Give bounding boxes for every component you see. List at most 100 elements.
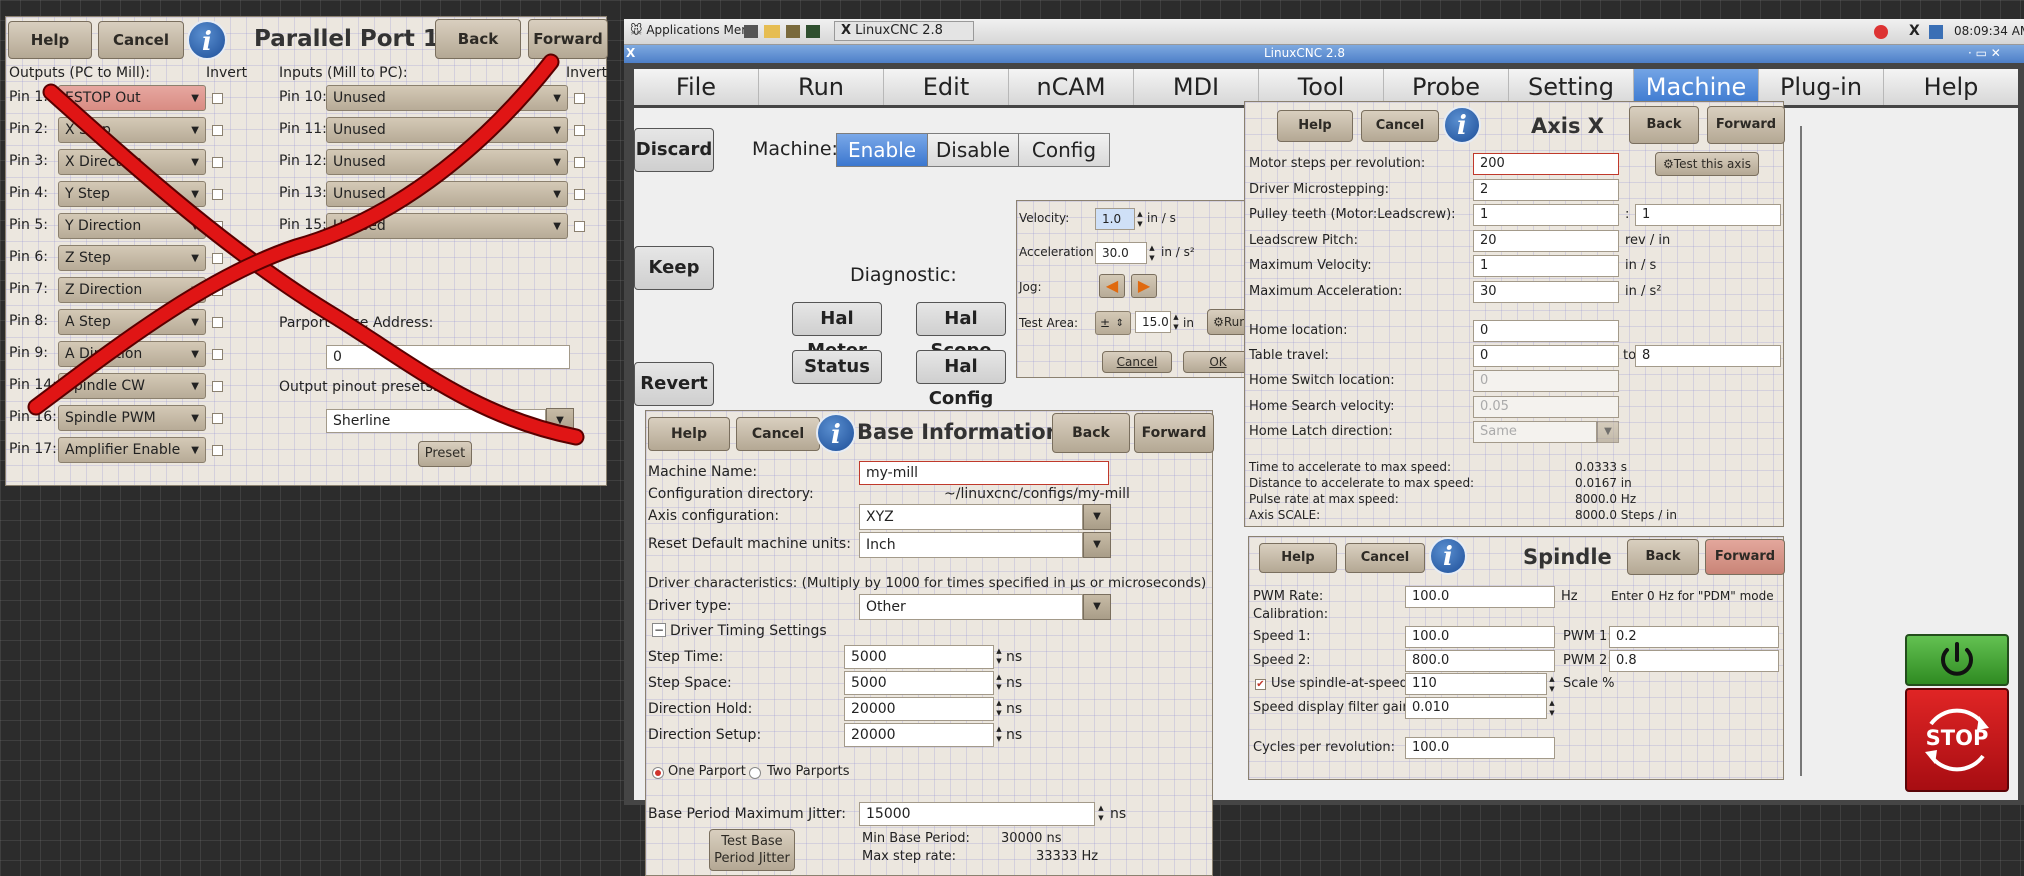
at-speed-checkbox[interactable]: ✔ bbox=[1255, 679, 1266, 690]
test-area-field[interactable]: 15.0 bbox=[1135, 311, 1171, 333]
scrollbar[interactable] bbox=[1800, 126, 1802, 776]
keep-button[interactable]: Keep bbox=[634, 246, 714, 290]
stepper-icon[interactable]: ▲ ▼ bbox=[1147, 243, 1157, 263]
area-sign-select[interactable]: ± ⇕ bbox=[1095, 311, 1131, 335]
driver-type-select[interactable]: Other bbox=[859, 594, 1083, 620]
stepper-icon[interactable]: ▲ ▼ bbox=[1171, 312, 1181, 332]
at-speed-field[interactable]: 110 bbox=[1405, 673, 1547, 695]
test-axis-button[interactable]: ⚙Test this axis bbox=[1655, 152, 1759, 176]
folder-icon[interactable] bbox=[764, 25, 780, 38]
file-manager-icon[interactable] bbox=[786, 25, 800, 38]
dir-hold-field[interactable]: 20000 bbox=[844, 697, 994, 721]
status-button[interactable]: Status bbox=[792, 350, 882, 384]
collapse-icon[interactable]: − bbox=[652, 623, 666, 637]
chevron-down-icon[interactable]: ▼ bbox=[1597, 421, 1619, 443]
monitor-icon[interactable] bbox=[806, 25, 820, 38]
step-time-field[interactable]: 5000 bbox=[844, 645, 994, 669]
info-icon[interactable]: i bbox=[1443, 106, 1481, 144]
dir-setup-field[interactable]: 20000 bbox=[844, 723, 994, 747]
power-button[interactable] bbox=[1905, 634, 2009, 686]
stepper-icon[interactable]: ▲ ▼ bbox=[1547, 674, 1557, 694]
menu-edit[interactable]: Edit bbox=[884, 69, 1009, 105]
menu-plugin[interactable]: Plug-in bbox=[1759, 69, 1884, 105]
spindle-forward-button[interactable]: Forward bbox=[1705, 539, 1785, 575]
jitter-field[interactable]: 15000 bbox=[859, 802, 1095, 826]
stepper-icon[interactable]: ▲ ▼ bbox=[1547, 698, 1557, 718]
config-button[interactable]: Config bbox=[1018, 133, 1110, 167]
base-cancel-button[interactable]: Cancel bbox=[736, 417, 820, 451]
hal-scope-button[interactable]: Hal Scope bbox=[916, 302, 1006, 361]
test-cancel-button[interactable]: Cancel bbox=[1102, 351, 1172, 373]
pulley-leadscrew-field[interactable]: 1 bbox=[1635, 204, 1781, 226]
spindle-cancel-button[interactable]: Cancel bbox=[1345, 543, 1425, 573]
home-latch-select[interactable]: Same bbox=[1473, 421, 1597, 443]
base-forward-button[interactable]: Forward bbox=[1134, 413, 1214, 453]
steps-per-rev-field[interactable]: 200 bbox=[1473, 153, 1619, 175]
menu-ncam[interactable]: nCAM bbox=[1009, 69, 1134, 105]
home-switch-field[interactable]: 0 bbox=[1473, 370, 1619, 392]
stepper-icon[interactable]: ▲ ▼ bbox=[1135, 209, 1145, 229]
units-select[interactable]: Inch bbox=[859, 532, 1083, 558]
chevron-down-icon[interactable]: ▼ bbox=[1083, 504, 1111, 530]
acceleration-field[interactable]: 30.0 bbox=[1095, 242, 1147, 264]
pwm1-field[interactable]: 0.2 bbox=[1609, 626, 1779, 648]
menu-setting[interactable]: Setting bbox=[1509, 69, 1634, 105]
test-ok-button[interactable]: OK bbox=[1183, 351, 1253, 373]
info-icon[interactable]: i bbox=[1429, 537, 1467, 575]
pulley-motor-field[interactable]: 1 bbox=[1473, 204, 1619, 226]
leadscrew-pitch-field[interactable]: 20 bbox=[1473, 230, 1619, 252]
menu-machine[interactable]: Machine bbox=[1634, 69, 1759, 105]
disable-button[interactable]: Disable bbox=[927, 133, 1019, 167]
discard-button[interactable]: Discard bbox=[634, 128, 714, 172]
menu-help[interactable]: Help bbox=[1884, 69, 2018, 105]
pwm2-field[interactable]: 0.8 bbox=[1609, 650, 1779, 672]
axis-cancel-button[interactable]: Cancel bbox=[1361, 110, 1439, 142]
spindle-help-button[interactable]: Help bbox=[1259, 543, 1337, 573]
one-parport-radio[interactable] bbox=[652, 767, 664, 779]
applications-menu[interactable]: 🐭 Applications Menu bbox=[630, 23, 756, 37]
stepper-icon[interactable]: ▲ ▼ bbox=[994, 672, 1004, 692]
speed1-field[interactable]: 100.0 bbox=[1405, 626, 1555, 648]
menu-probe[interactable]: Probe bbox=[1384, 69, 1509, 105]
taskbar-task[interactable]: X LinuxCNC 2.8 bbox=[834, 21, 974, 41]
estop-button[interactable]: STOP bbox=[1905, 688, 2009, 792]
spindle-back-button[interactable]: Back bbox=[1627, 539, 1699, 575]
base-back-button[interactable]: Back bbox=[1052, 413, 1130, 453]
axis-back-button[interactable]: Back bbox=[1629, 106, 1699, 144]
menu-mdi[interactable]: MDI bbox=[1134, 69, 1259, 105]
revert-button[interactable]: Revert bbox=[634, 362, 714, 406]
enable-button[interactable]: Enable bbox=[836, 133, 928, 167]
hal-config-button[interactable]: Hal Config bbox=[916, 350, 1006, 409]
pwm-rate-field[interactable]: 100.0 bbox=[1405, 586, 1555, 608]
machine-name-field[interactable]: my-mill bbox=[859, 461, 1109, 485]
stepper-icon[interactable]: ▲ ▼ bbox=[994, 646, 1004, 666]
stepper-icon[interactable]: ▲ ▼ bbox=[994, 724, 1004, 744]
filter-field[interactable]: 0.010 bbox=[1405, 697, 1547, 719]
cycles-field[interactable]: 100.0 bbox=[1405, 737, 1555, 759]
terminal-icon[interactable] bbox=[744, 25, 758, 38]
menu-run[interactable]: Run bbox=[759, 69, 884, 105]
axis-help-button[interactable]: Help bbox=[1277, 110, 1353, 142]
base-help-button[interactable]: Help bbox=[648, 417, 730, 451]
home-search-velocity-field[interactable]: 0.05 bbox=[1473, 396, 1619, 418]
chevron-down-icon[interactable]: ▼ bbox=[1083, 532, 1111, 558]
table-travel-min-field[interactable]: 0 bbox=[1473, 345, 1619, 367]
speed2-field[interactable]: 800.0 bbox=[1405, 650, 1555, 672]
info-icon[interactable]: i bbox=[816, 413, 856, 453]
velocity-field[interactable]: 1.0 bbox=[1095, 208, 1135, 230]
jog-right-button[interactable]: ▶ bbox=[1131, 274, 1157, 298]
axis-config-select[interactable]: XYZ bbox=[859, 504, 1083, 530]
stepper-icon[interactable]: ▲ ▼ bbox=[994, 698, 1004, 718]
home-location-field[interactable]: 0 bbox=[1473, 320, 1619, 342]
two-parports-radio[interactable] bbox=[749, 767, 761, 779]
microstepping-field[interactable]: 2 bbox=[1473, 179, 1619, 201]
max-velocity-field[interactable]: 1 bbox=[1473, 255, 1619, 277]
axis-forward-button[interactable]: Forward bbox=[1707, 106, 1785, 144]
menu-tool[interactable]: Tool bbox=[1259, 69, 1384, 105]
window-controls-icon[interactable]: · ▭ ✕ bbox=[1968, 46, 2001, 60]
table-travel-max-field[interactable]: 8 bbox=[1635, 345, 1781, 367]
hal-meter-button[interactable]: Hal Meter bbox=[792, 302, 882, 361]
step-space-field[interactable]: 5000 bbox=[844, 671, 994, 695]
stepper-icon[interactable]: ▲ ▼ bbox=[1096, 803, 1106, 823]
max-accel-field[interactable]: 30 bbox=[1473, 281, 1619, 303]
